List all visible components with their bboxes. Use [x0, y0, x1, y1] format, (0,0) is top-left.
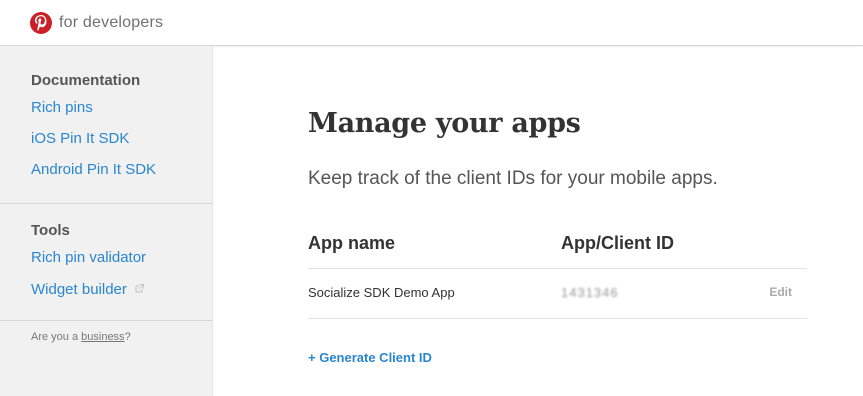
sidebar-item-rich-pin-validator[interactable]: Rich pin validator	[31, 248, 212, 268]
column-header-client-id: App/Client ID	[561, 233, 674, 253]
edit-button[interactable]: Edit	[769, 285, 792, 299]
tools-heading: Tools	[31, 222, 70, 239]
column-header-app-name: App name	[308, 233, 396, 253]
table-header-row: App name App/Client ID	[308, 230, 807, 269]
app-name-cell: Socialize SDK Demo App	[308, 285, 455, 300]
documentation-section: Documentation Rich pins iOS Pin It SDK A…	[0, 47, 212, 203]
sidebar: Documentation Rich pins iOS Pin It SDK A…	[0, 47, 213, 396]
sidebar-item-rich-pins[interactable]: Rich pins	[31, 98, 212, 118]
client-id-cell: 1431346	[561, 285, 619, 300]
generate-client-id-link[interactable]: + Generate Client ID	[308, 350, 432, 365]
tools-section: Tools Rich pin validator Widget builder	[0, 204, 212, 320]
pinterest-logo-icon[interactable]	[30, 11, 52, 34]
top-header: for developers	[0, 0, 863, 46]
page-subtitle: Keep track of the client IDs for your mo…	[308, 168, 718, 189]
table-row: Socialize SDK Demo App 1431346 Edit	[308, 269, 807, 319]
documentation-heading: Documentation	[31, 72, 141, 89]
page-title: Manage your apps	[308, 108, 581, 139]
business-link[interactable]: business	[81, 331, 124, 343]
sidebar-item-ios-sdk[interactable]: iOS Pin It SDK	[31, 129, 212, 149]
sidebar-item-android-sdk[interactable]: Android Pin It SDK	[31, 160, 212, 180]
external-link-icon	[135, 279, 144, 299]
apps-table: App name App/Client ID Socialize SDK Dem…	[308, 230, 807, 319]
sidebar-item-widget-builder[interactable]: Widget builder	[31, 279, 212, 300]
widget-builder-label: Widget builder	[31, 281, 127, 298]
business-note-suffix: ?	[124, 331, 131, 343]
business-note-prefix: Are you a	[31, 331, 82, 343]
brand-text[interactable]: for developers	[59, 14, 163, 32]
business-note: Are you a business?	[0, 321, 212, 343]
